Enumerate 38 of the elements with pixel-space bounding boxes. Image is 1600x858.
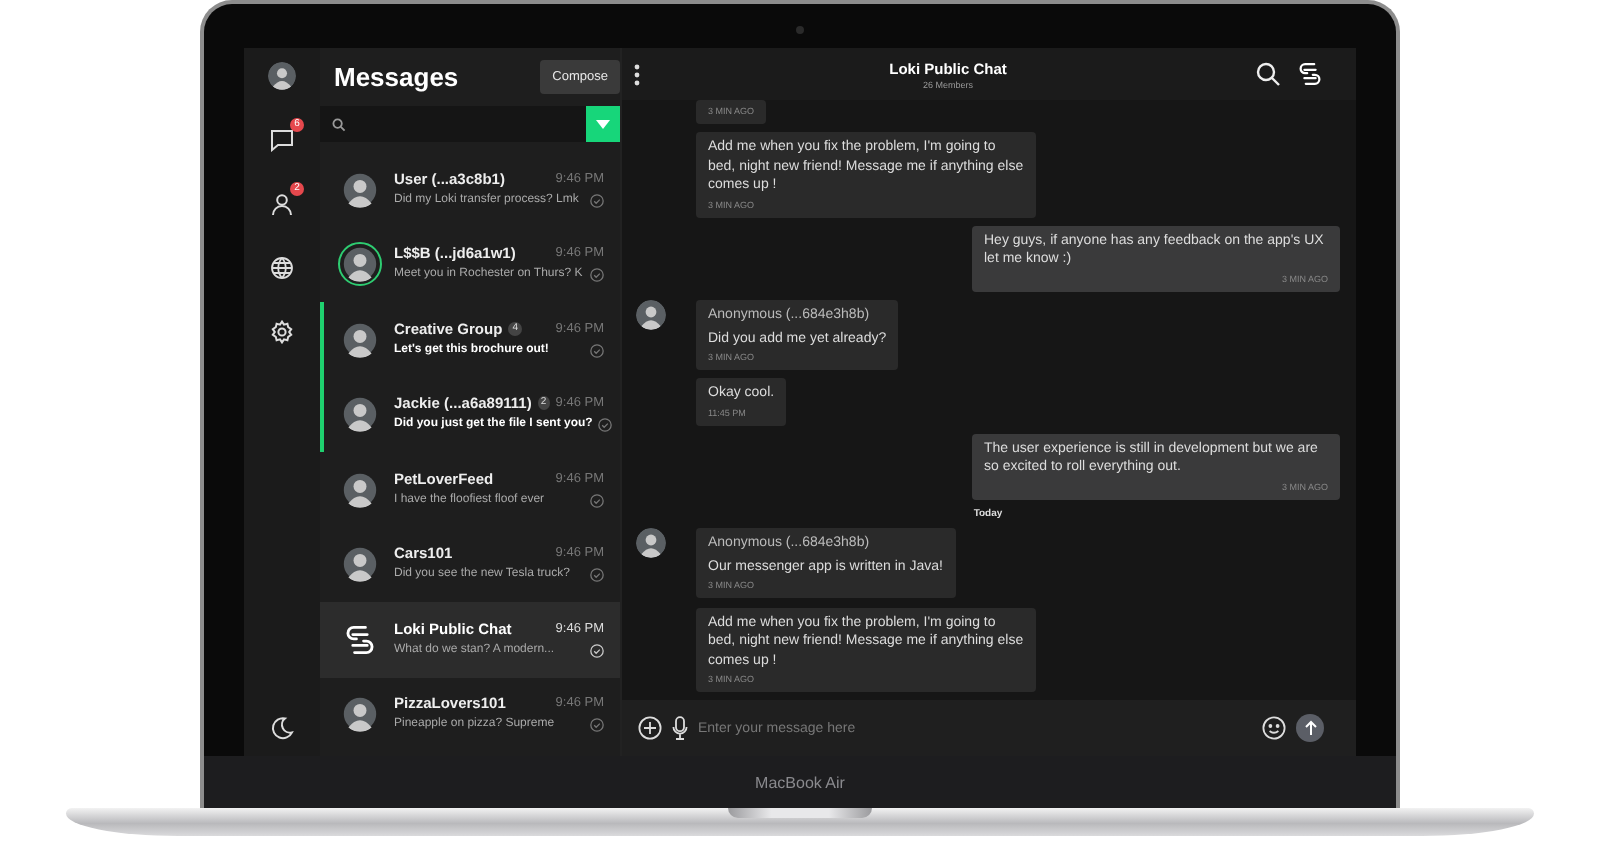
- more-icon[interactable]: [634, 63, 640, 85]
- microphone-icon[interactable]: [672, 716, 688, 740]
- search-field[interactable]: [320, 106, 586, 142]
- moon-icon[interactable]: [270, 716, 294, 740]
- hinge-notch: [728, 808, 872, 818]
- settings-icon[interactable]: [270, 320, 294, 344]
- avatar-icon: [636, 528, 666, 559]
- avatar-icon: [342, 171, 378, 208]
- avatar-icon: [268, 62, 296, 90]
- search-icon: [332, 117, 346, 131]
- caret-icon: [596, 119, 610, 129]
- check-icon: [598, 418, 613, 433]
- add-icon[interactable]: [638, 716, 662, 740]
- camera-dot: [796, 26, 804, 34]
- device-label: MacBook Air: [755, 773, 845, 791]
- avatar-icon: [342, 396, 378, 433]
- avatar-icon: [342, 546, 378, 583]
- avatar-icon: [636, 300, 666, 331]
- avatar-icon: [342, 321, 378, 358]
- avatar-icon: [342, 471, 378, 508]
- globe-icon[interactable]: [270, 256, 294, 280]
- check-icon: [590, 493, 604, 508]
- emoji-icon[interactable]: [1262, 716, 1286, 740]
- chat-icon[interactable]: [270, 128, 294, 152]
- check-icon: [590, 718, 604, 733]
- check-icon: [590, 568, 604, 583]
- check-icon: [590, 643, 604, 658]
- check-icon: [590, 193, 604, 208]
- check-icon: [590, 343, 604, 358]
- panel-title: Messages: [334, 62, 459, 92]
- arrow-up-icon: [1303, 720, 1317, 736]
- contacts-icon[interactable]: [270, 192, 294, 216]
- send-button[interactable]: [1296, 714, 1324, 742]
- check-icon: [590, 268, 604, 283]
- search-icon[interactable]: [1256, 62, 1280, 86]
- logo-icon: [342, 621, 378, 658]
- logo-icon: [1296, 60, 1324, 88]
- avatar-icon: [342, 696, 378, 733]
